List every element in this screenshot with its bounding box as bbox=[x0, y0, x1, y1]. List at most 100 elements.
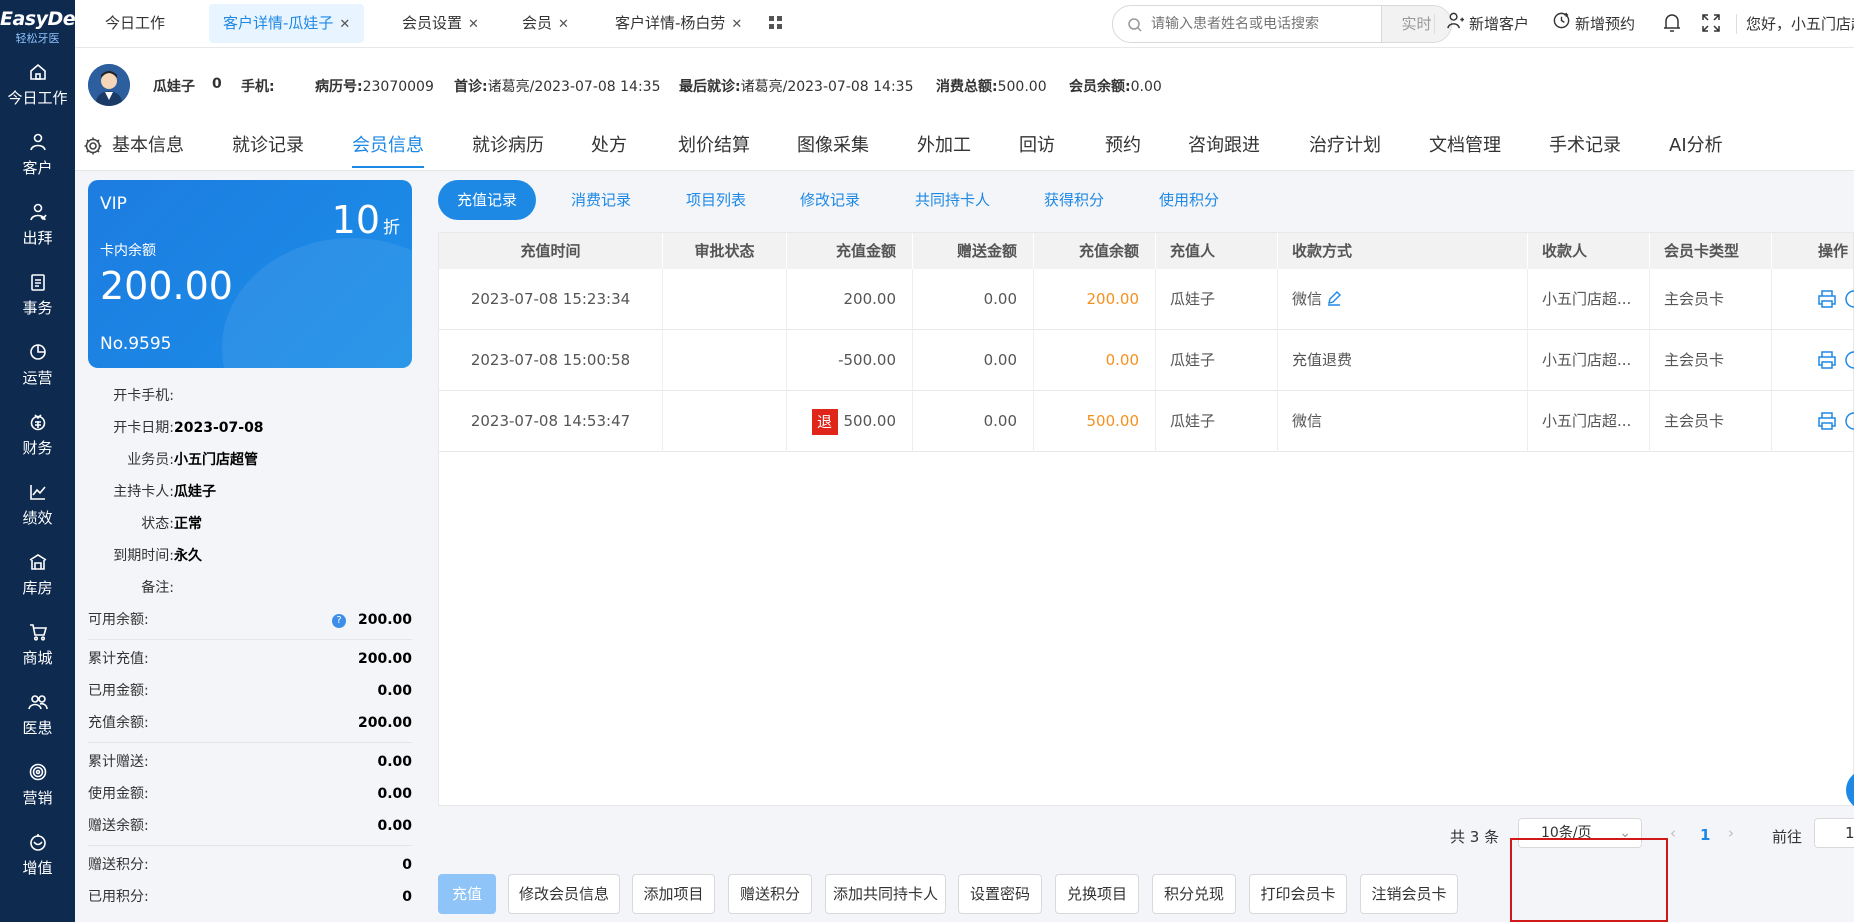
divider bbox=[88, 742, 412, 743]
current-page[interactable]: 1 bbox=[1700, 826, 1710, 844]
amount-row: 赠送余额: 0.00 bbox=[88, 810, 412, 842]
pie-icon bbox=[28, 342, 48, 362]
recharge-button[interactable]: 充值 bbox=[438, 874, 496, 914]
subtab-modification-records[interactable]: 修改记录 bbox=[781, 180, 879, 220]
goto-page-input[interactable]: 1 bbox=[1814, 818, 1854, 848]
tab-treatment-plan[interactable]: 治疗计划 bbox=[1309, 132, 1381, 168]
fullscreen-icon[interactable] bbox=[1702, 14, 1720, 32]
tab-appointment[interactable]: 预约 bbox=[1105, 132, 1141, 168]
set-password-button[interactable]: 设置密码 bbox=[958, 874, 1042, 914]
close-icon[interactable]: ✕ bbox=[339, 17, 350, 32]
info-value: 正常 bbox=[174, 516, 202, 532]
sidebar-item-value-added[interactable]: 增值 bbox=[0, 820, 75, 890]
edit-icon[interactable] bbox=[1326, 290, 1342, 306]
tab-today[interactable]: 今日工作 bbox=[91, 4, 179, 43]
subtab-used-points[interactable]: 使用积分 bbox=[1140, 180, 1238, 220]
user-icon bbox=[28, 132, 48, 152]
prev-page-icon[interactable]: ‹ bbox=[1670, 824, 1676, 842]
points-cashout-button[interactable]: 积分兑现 bbox=[1152, 874, 1236, 914]
tab-visit-records[interactable]: 就诊记录 bbox=[232, 132, 304, 168]
main-tabs: 基本信息 就诊记录 会员信息 就诊病历 处方 划价结算 图像采集 外加工 回访 … bbox=[75, 124, 1854, 171]
tab-documents[interactable]: 文档管理 bbox=[1429, 132, 1501, 168]
available-value: 200.00 bbox=[357, 612, 412, 628]
card-info-row: 状态:正常 bbox=[88, 508, 412, 540]
tab-consultation[interactable]: 咨询跟进 bbox=[1188, 132, 1260, 168]
member-card: VIP 10 折 卡内余额 200.00 No.9595 bbox=[88, 180, 412, 368]
close-icon[interactable]: ✕ bbox=[468, 17, 479, 32]
sidebar-item-finance[interactable]: 财务 bbox=[0, 400, 75, 470]
sidebar-item-mall[interactable]: 商城 bbox=[0, 610, 75, 680]
cell-actions bbox=[1772, 330, 1854, 391]
add-appointment-button[interactable]: 新增预约 bbox=[1552, 12, 1635, 36]
redeem-item-button[interactable]: 兑换项目 bbox=[1055, 874, 1139, 914]
print-icon[interactable] bbox=[1817, 411, 1837, 431]
subtab-earned-points[interactable]: 获得积分 bbox=[1025, 180, 1123, 220]
user-greeting[interactable]: 您好，小五门店超 bbox=[1746, 12, 1854, 36]
tab-ai-analysis[interactable]: AI分析 bbox=[1669, 132, 1723, 168]
more-icon[interactable] bbox=[1844, 411, 1854, 431]
add-customer-button[interactable]: 新增客户 bbox=[1446, 12, 1529, 36]
amount-row: 累计赠送: 0.00 bbox=[88, 746, 412, 778]
tab-surgery-records[interactable]: 手术记录 bbox=[1549, 132, 1621, 168]
sidebar-item-marketing[interactable]: 营销 bbox=[0, 750, 75, 820]
more-icon[interactable] bbox=[1844, 350, 1854, 370]
help-icon[interactable]: ? bbox=[331, 614, 346, 628]
tab-billing[interactable]: 划价结算 bbox=[678, 132, 750, 168]
sidebar-item-visit[interactable]: 出拜 bbox=[0, 190, 75, 260]
logo[interactable]: EasyDent 轻松牙医 bbox=[0, 0, 97, 50]
tab-member[interactable]: 会员 ✕ bbox=[508, 4, 583, 43]
subtab-co-holders[interactable]: 共同持卡人 bbox=[896, 180, 1009, 220]
sidebar-item-warehouse[interactable]: 库房 bbox=[0, 540, 75, 610]
card-info-row: 业务员:小五门店超管 bbox=[88, 444, 412, 476]
sidebar-item-task[interactable]: 事务 bbox=[0, 260, 75, 330]
sidebar-item-operation[interactable]: 运营 bbox=[0, 330, 75, 400]
sidebar-item-today[interactable]: 今日工作 bbox=[0, 50, 75, 120]
cart-icon bbox=[28, 622, 48, 642]
amount-label: 充值余额: bbox=[88, 715, 149, 731]
tab-follow-up[interactable]: 回访 bbox=[1019, 132, 1055, 168]
tab-image-capture[interactable]: 图像采集 bbox=[797, 132, 869, 168]
tab-member-info[interactable]: 会员信息 bbox=[352, 132, 424, 168]
patient-search: 实时 bbox=[1112, 5, 1452, 43]
column-header: 收款方式 bbox=[1278, 233, 1528, 269]
tab-member-settings[interactable]: 会员设置 ✕ bbox=[388, 4, 493, 43]
tab-label: 今日工作 bbox=[105, 14, 166, 32]
grid-menu-icon[interactable] bbox=[769, 16, 783, 30]
print-icon[interactable] bbox=[1817, 350, 1837, 370]
amount-row: 已用金额: 0.00 bbox=[88, 675, 412, 707]
cell-amount: 退 500.00 bbox=[787, 391, 913, 452]
cancel-card-button[interactable]: 注销会员卡 bbox=[1360, 874, 1458, 914]
close-icon[interactable]: ✕ bbox=[731, 17, 742, 32]
subtab-consumption-records[interactable]: 消费记录 bbox=[552, 180, 650, 220]
discount-unit: 折 bbox=[383, 218, 400, 238]
cell-status bbox=[663, 269, 787, 330]
tab-basic-info[interactable]: 基本信息 bbox=[112, 132, 184, 168]
gift-points-button[interactable]: 赠送积分 bbox=[728, 874, 812, 914]
add-co-holder-button[interactable]: 添加共同持卡人 bbox=[825, 874, 946, 914]
tab-customer-detail-yangbailao[interactable]: 客户详情-杨白劳 ✕ bbox=[601, 4, 756, 43]
subtab-recharge-records[interactable]: 充值记录 bbox=[438, 180, 537, 220]
sidebar-item-label: 增值 bbox=[22, 859, 53, 877]
search-input[interactable] bbox=[1151, 14, 1341, 34]
more-icon[interactable] bbox=[1844, 289, 1854, 309]
bell-icon[interactable] bbox=[1662, 12, 1682, 34]
tab-prescription[interactable]: 处方 bbox=[591, 132, 627, 168]
info-value: 瓜娃子 bbox=[174, 484, 216, 500]
print-card-button[interactable]: 打印会员卡 bbox=[1249, 874, 1347, 914]
refund-badge: 退 bbox=[811, 408, 838, 435]
close-icon[interactable]: ✕ bbox=[558, 17, 569, 32]
edit-member-info-button[interactable]: 修改会员信息 bbox=[508, 874, 620, 914]
subtab-item-list[interactable]: 项目列表 bbox=[667, 180, 765, 220]
tab-external-processing[interactable]: 外加工 bbox=[917, 132, 971, 168]
column-header: 收款人 bbox=[1528, 233, 1650, 269]
sidebar-item-doctor-patient[interactable]: 医患 bbox=[0, 680, 75, 750]
gear-icon[interactable] bbox=[83, 136, 103, 156]
tab-customer-detail-guawazi[interactable]: 客户详情-瓜娃子 ✕ bbox=[209, 4, 365, 43]
sidebar-item-performance[interactable]: 绩效 bbox=[0, 470, 75, 540]
print-icon[interactable] bbox=[1817, 289, 1837, 309]
next-page-icon[interactable]: › bbox=[1728, 824, 1734, 842]
realtime-search-button[interactable]: 实时 bbox=[1381, 6, 1451, 42]
sidebar-item-customer[interactable]: 客户 bbox=[0, 120, 75, 190]
add-item-button[interactable]: 添加项目 bbox=[632, 874, 715, 914]
tab-medical-records[interactable]: 就诊病历 bbox=[472, 132, 544, 168]
